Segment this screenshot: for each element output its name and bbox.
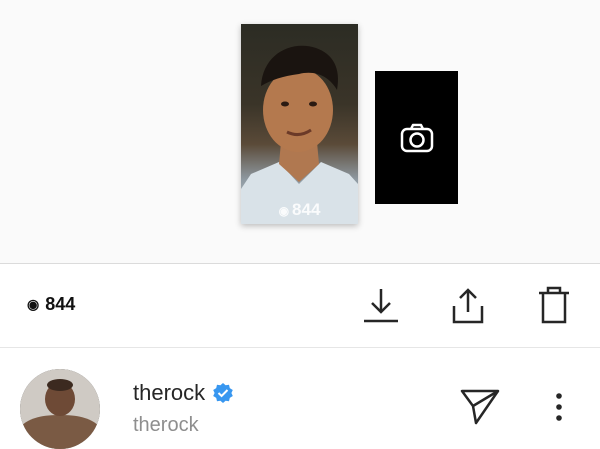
eye-icon: ◉ bbox=[278, 203, 290, 218]
views-count-label: 844 bbox=[45, 294, 76, 314]
views-count[interactable]: ◉ 844 bbox=[27, 294, 75, 315]
avatar[interactable] bbox=[20, 369, 100, 449]
story-photo bbox=[241, 45, 358, 224]
add-story-camera-tile[interactable] bbox=[375, 71, 458, 204]
trash-icon bbox=[539, 286, 569, 324]
send-message-button[interactable] bbox=[460, 389, 500, 430]
story-thumbnail[interactable]: ◉ 844 bbox=[241, 24, 358, 224]
story-preview-area: ◉ 844 bbox=[0, 0, 600, 264]
story-stats-bar: ◉ 844 bbox=[0, 264, 600, 348]
download-icon bbox=[364, 289, 398, 323]
viewer-username[interactable]: therock bbox=[133, 380, 234, 406]
camera-icon bbox=[400, 123, 433, 152]
share-icon bbox=[452, 288, 484, 324]
eye-icon: ◉ bbox=[27, 296, 40, 312]
viewer-row[interactable]: therock therock bbox=[0, 348, 600, 449]
verified-badge-icon bbox=[213, 383, 233, 403]
avatar-photo bbox=[20, 369, 100, 449]
share-button[interactable] bbox=[449, 286, 487, 329]
username-label: therock bbox=[133, 380, 206, 405]
download-button[interactable] bbox=[362, 286, 400, 329]
more-options-button[interactable] bbox=[552, 392, 566, 427]
delete-button[interactable] bbox=[536, 286, 572, 329]
viewer-full-name: therock bbox=[133, 414, 199, 436]
more-vertical-icon bbox=[556, 393, 562, 421]
thumbnail-view-count: ◉ 844 bbox=[241, 200, 358, 220]
thumbnail-views-label: 844 bbox=[292, 200, 321, 219]
send-icon bbox=[460, 389, 500, 425]
